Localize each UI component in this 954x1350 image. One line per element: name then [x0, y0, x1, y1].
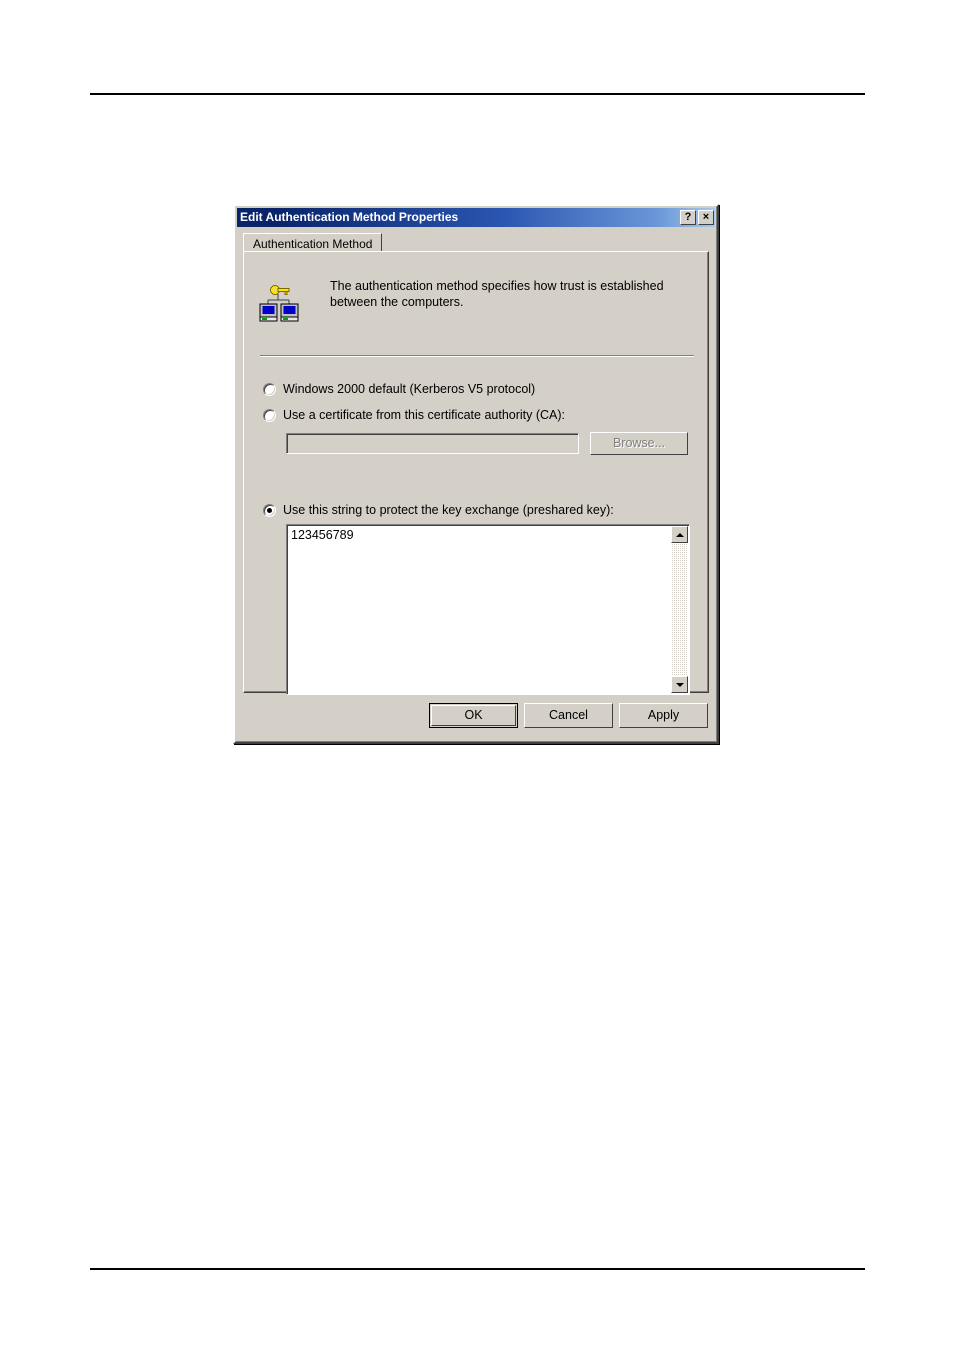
- tab-authentication-method[interactable]: Authentication Method: [243, 233, 383, 253]
- scroll-up-arrow-icon[interactable]: [671, 526, 688, 543]
- two-computers-key-icon: [258, 282, 302, 326]
- radio-label-preshared-key: Use this string to protect the key excha…: [283, 503, 614, 517]
- preshared-key-scrollbar[interactable]: [671, 526, 688, 693]
- page-header-rule: [90, 93, 865, 95]
- ok-button-label: OK: [431, 705, 516, 726]
- tab-page-authentication-method: The authentication method specifies how …: [243, 251, 709, 695]
- ok-button[interactable]: OK: [429, 703, 518, 728]
- arrow-up-glyph: [675, 532, 684, 537]
- dialog-titlebar[interactable]: Edit Authentication Method Properties ? …: [237, 208, 715, 227]
- arrow-down-glyph: [675, 682, 684, 687]
- radio-button-kerberos[interactable]: [263, 382, 276, 396]
- radio-option-kerberos[interactable]: Windows 2000 default (Kerberos V5 protoc…: [263, 382, 535, 396]
- radio-label-kerberos: Windows 2000 default (Kerberos V5 protoc…: [283, 382, 536, 396]
- titlebar-buttons: ? ×: [680, 210, 714, 225]
- radio-option-certificate[interactable]: Use a certificate from this certificate …: [263, 408, 565, 422]
- apply-button[interactable]: Apply: [619, 703, 708, 728]
- radio-label-certificate: Use a certificate from this certificate …: [283, 408, 566, 422]
- dialog-title: Edit Authentication Method Properties: [240, 210, 459, 224]
- preshared-key-textarea[interactable]: 123456789: [286, 524, 690, 695]
- tab-strip: Authentication Method: [243, 233, 709, 253]
- cancel-button[interactable]: Cancel: [524, 703, 613, 728]
- scroll-down-arrow-icon[interactable]: [671, 676, 688, 693]
- radio-option-preshared-key[interactable]: Use this string to protect the key excha…: [263, 503, 614, 517]
- certificate-authority-input[interactable]: [286, 433, 579, 454]
- radio-button-preshared-key[interactable]: [263, 503, 276, 517]
- close-icon[interactable]: ×: [698, 210, 714, 225]
- certificate-authority-row: Browse...: [286, 432, 688, 455]
- description-block: The authentication method specifies how …: [258, 278, 694, 326]
- edit-authentication-method-dialog: Edit Authentication Method Properties ? …: [233, 204, 719, 744]
- radio-button-certificate[interactable]: [263, 408, 276, 422]
- page-footer-rule: [90, 1268, 865, 1270]
- help-icon[interactable]: ?: [680, 210, 696, 225]
- preshared-key-value[interactable]: 123456789: [287, 525, 671, 694]
- description-text: The authentication method specifies how …: [330, 279, 664, 309]
- section-separator: [260, 355, 694, 357]
- tab-label: Authentication Method: [253, 236, 373, 251]
- browse-button[interactable]: Browse...: [590, 432, 688, 455]
- dialog-button-row: OK Cancel Apply: [429, 703, 708, 728]
